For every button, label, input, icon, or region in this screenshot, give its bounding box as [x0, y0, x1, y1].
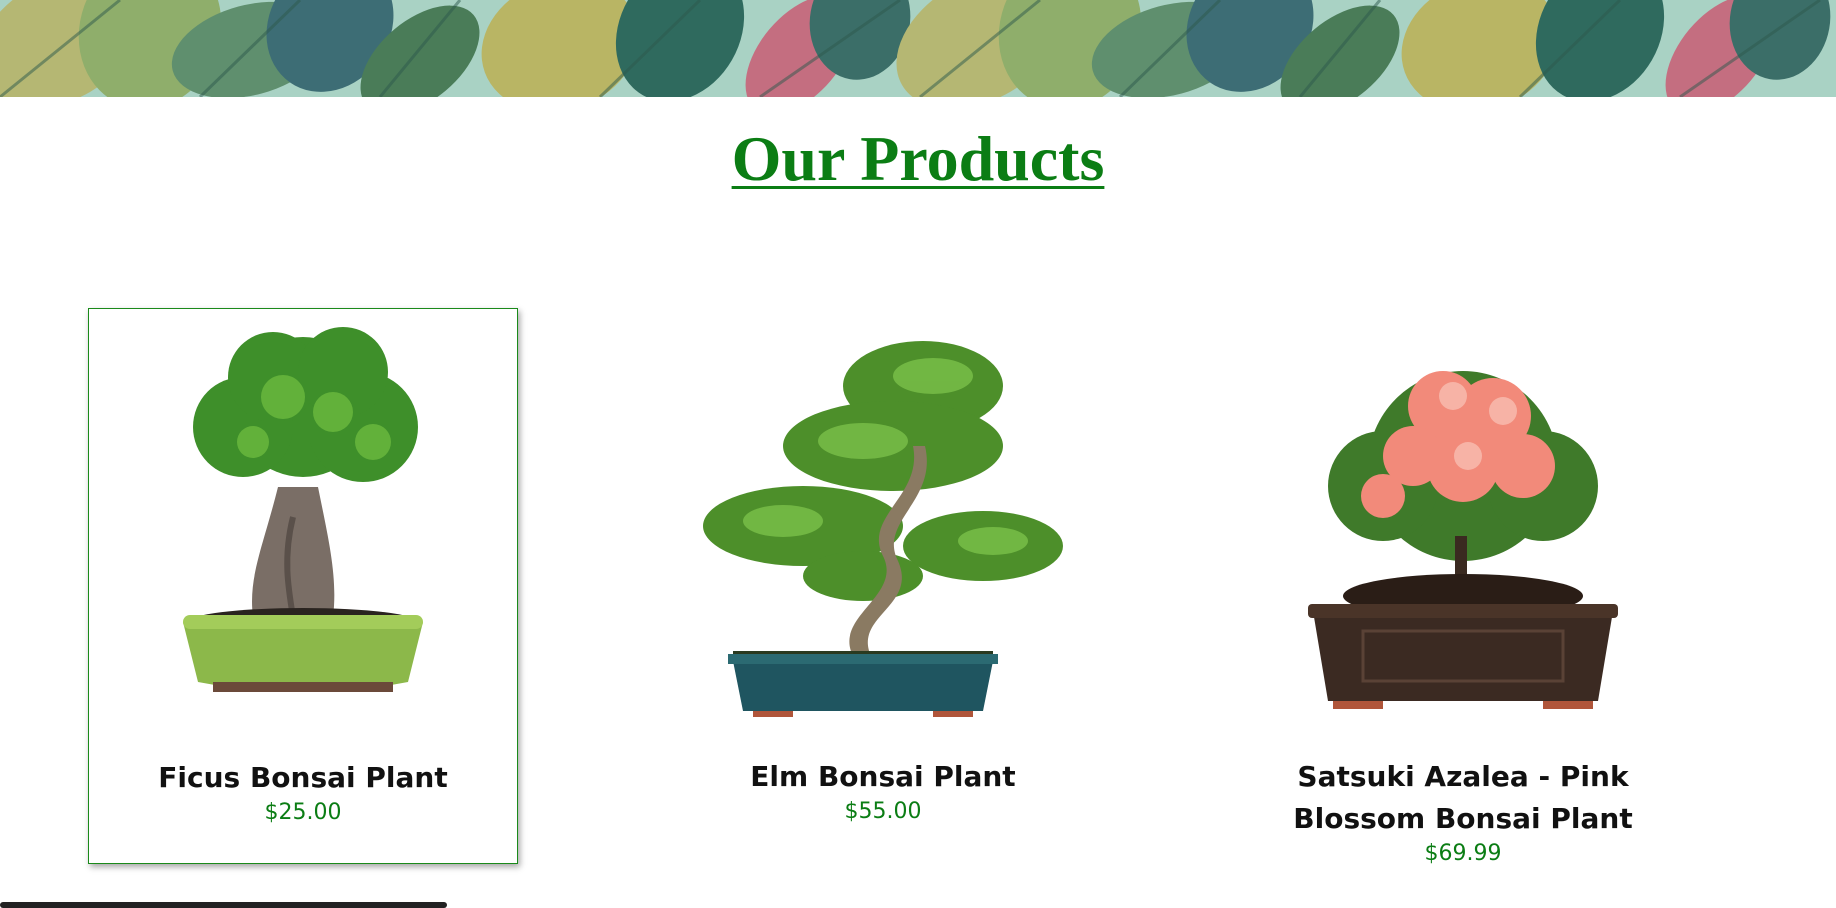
- elm-bonsai-image[interactable]: [693, 308, 1073, 756]
- leaf-banner: [0, 0, 1836, 97]
- page-title: Our Products: [731, 123, 1105, 194]
- product-name[interactable]: Satsuki Azalea - Pink Blossom Bonsai Pla…: [1293, 756, 1633, 840]
- product-name[interactable]: Ficus Bonsai Plant: [133, 757, 473, 799]
- product-card-azalea[interactable]: Satsuki Azalea - Pink Blossom Bonsai Pla…: [1248, 308, 1678, 868]
- product-card-ficus[interactable]: Ficus Bonsai Plant $25.00: [88, 308, 518, 864]
- azalea-bonsai-image[interactable]: [1273, 308, 1653, 756]
- product-price: $25.00: [264, 800, 342, 825]
- product-price: $55.00: [844, 799, 922, 824]
- ficus-bonsai-image[interactable]: [113, 309, 493, 757]
- product-card-elm[interactable]: Elm Bonsai Plant $55.00: [668, 308, 1098, 826]
- product-price: $69.99: [1424, 841, 1502, 866]
- horizontal-scrollbar[interactable]: [0, 902, 447, 908]
- tropical-leaves-icon: [0, 0, 1836, 97]
- product-name[interactable]: Elm Bonsai Plant: [713, 756, 1053, 798]
